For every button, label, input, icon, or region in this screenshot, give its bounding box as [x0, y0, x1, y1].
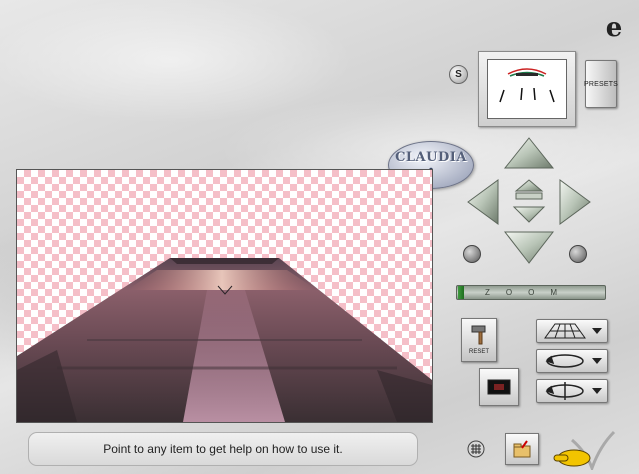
spin-mode-button[interactable] [536, 379, 608, 403]
reset-button[interactable]: RESET [461, 318, 497, 362]
arrow-down-icon[interactable] [503, 231, 555, 264]
hammer-icon [471, 325, 486, 345]
help-text: Point to any item to get help on how to … [103, 442, 343, 456]
arrow-left-icon[interactable] [467, 179, 499, 225]
zoom-slider-thumb[interactable] [458, 286, 464, 299]
thumbnail-navigator[interactable] [478, 51, 576, 127]
logo-icon[interactable]: e [605, 13, 623, 43]
spin-icon [545, 382, 584, 400]
folder-icon [513, 440, 531, 458]
view-mode-button[interactable] [479, 368, 519, 406]
presets-button[interactable]: PRESETS [584, 60, 618, 108]
rotate-icon [545, 354, 584, 368]
ok-pointer-button[interactable] [552, 428, 616, 473]
center-up-icon[interactable] [514, 179, 544, 192]
rotate-mode-button[interactable] [536, 349, 608, 373]
filter-dialog: e S PRESETS CLAUDIA ZOOM RESET Point to … [0, 0, 639, 474]
arrow-right-icon[interactable] [559, 179, 591, 225]
preview-canvas[interactable] [16, 169, 433, 423]
save-preset-button[interactable]: S [449, 65, 468, 84]
zoom-slider[interactable]: ZOOM [456, 285, 606, 300]
reset-label: RESET [468, 349, 489, 355]
dropdown-icon [592, 388, 602, 394]
perspective-grid-icon [544, 323, 586, 339]
monitor-icon [487, 379, 511, 395]
open-folder-button[interactable] [505, 433, 539, 465]
perspective-mode-button[interactable] [536, 319, 608, 343]
rotate-right-knob[interactable] [569, 245, 587, 263]
center-pad [515, 192, 543, 200]
dropdown-icon [592, 328, 602, 334]
dropdown-icon [592, 358, 602, 364]
rotate-left-knob[interactable] [463, 245, 481, 263]
help-status-bar: Point to any item to get help on how to … [28, 432, 418, 466]
zoom-label: ZOOM [485, 288, 573, 297]
thumbnail-preview [487, 59, 567, 119]
hand-pointer-icon [553, 449, 591, 467]
center-down-icon[interactable] [512, 206, 546, 223]
grid-icon[interactable] [467, 440, 485, 458]
arrow-up-icon[interactable] [503, 137, 555, 169]
